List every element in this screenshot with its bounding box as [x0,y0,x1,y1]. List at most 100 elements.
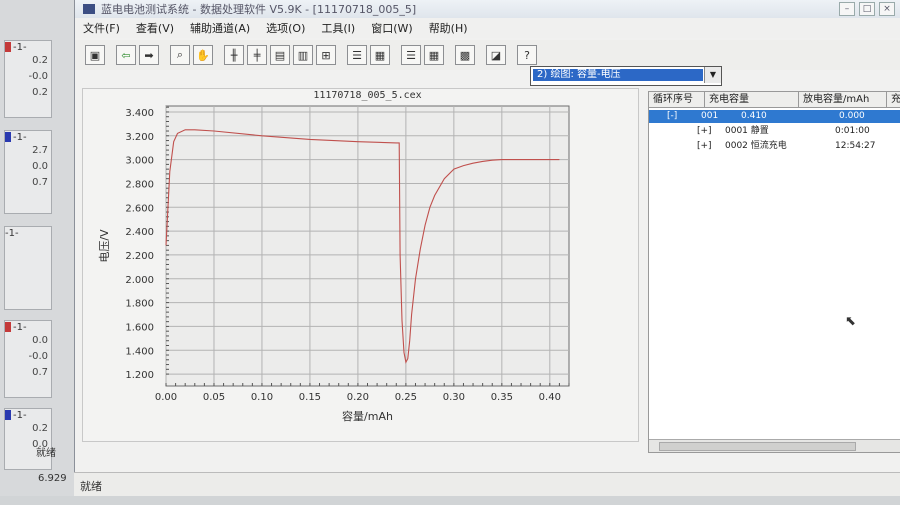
menu-window[interactable]: 窗口(W) [363,20,420,36]
cycle-number: 001 [701,111,719,121]
y-tick-label: 3.400 [125,108,154,119]
cycle-list[interactable]: 循环序号 充电容量 放电容量/mAh 充 [-] 001 0.410 0.000… [648,91,900,453]
menu-view[interactable]: 查看(V) [128,20,182,36]
app-icon [83,4,95,14]
voltage-capacity-chart[interactable]: 11170718_005_5.cex 0.00 0.05 0.10 0.15 0.20 0.… [82,88,637,440]
channel-value: 0.7 [32,177,48,188]
y-tick-label: 2.800 [125,179,154,190]
y-tick-label: 2.600 [125,203,154,214]
grid-b-icon[interactable]: ╪ [247,45,267,65]
channel-panel-4[interactable]: -1- 0.0 -0.0 0.7 [4,320,52,398]
status-bar: 就绪 [74,472,900,497]
window-title: 蓝电电池测试系统 - 数据处理软件 V5.9K - [11170718_005_… [101,3,417,16]
x-tick-label: 0.10 [251,392,273,403]
list-item[interactable]: [+] 0002 恒流充电 12:54:27 [649,140,900,153]
chevron-down-icon[interactable]: ▼ [704,67,721,83]
grid-e-icon[interactable]: ⊞ [316,45,336,65]
menu-help[interactable]: 帮助(H) [421,20,476,36]
channel-panel-header: -1- [5,41,51,53]
y-tick-label: 1.800 [125,299,154,310]
x-axis-label: 容量/mAh [342,409,393,423]
x-tick-label: 0.40 [539,392,561,403]
menu-aux-channel[interactable]: 辅助通道(A) [182,20,258,36]
y-axis-label: 电压/V [98,229,111,263]
table-icon[interactable]: ▩ [455,45,475,65]
list-d-icon[interactable]: ▦ [424,45,444,65]
list-item[interactable]: [-] 001 0.410 0.000 [649,110,900,123]
header-charge-capacity[interactable]: 充电容量 [705,92,799,107]
menu-tools[interactable]: 工具(I) [313,20,363,36]
header-discharge-capacity[interactable]: 放电容量/mAh [799,92,887,107]
plot-area [165,105,570,387]
channel-panel-header: -1- [5,409,51,421]
taskbar [0,496,900,505]
channel-panel-1[interactable]: -1- 0.2 -0.0 0.2 [4,40,52,118]
status-red-icon [5,42,11,52]
maximize-button[interactable]: □ [859,2,875,16]
status-text: 就绪 [80,480,102,493]
scrollbar-thumb[interactable] [659,442,856,451]
y-tick-label: 1.400 [125,346,154,357]
background-window: -1- 0.2 -0.0 0.2 -1- 2.7 0.0 0.7 -1- -1-… [0,0,81,505]
channel-value: -0.0 [28,351,48,362]
header-more[interactable]: 充 [887,92,900,107]
y-tick-label: 1.600 [125,322,154,333]
channel-value: 0.2 [32,423,48,434]
y-tick-label: 2.400 [125,227,154,238]
channel-panel-header: -1- [5,227,19,239]
grid-a-icon[interactable]: ╫ [224,45,244,65]
chart-icon[interactable]: ◪ [486,45,506,65]
tree-toggle[interactable]: [-] [667,110,677,123]
y-tick-label: 3.000 [125,156,154,167]
header-cycle[interactable]: 循环序号 [649,92,705,107]
view-select-value: 2) 绘图: 容量-电压 [533,69,703,81]
channel-value: 0.0 [32,335,48,346]
list-item[interactable]: [+] 0001 静置 0:01:00 [649,125,900,138]
x-tick-label: 0.05 [203,392,225,403]
y-tick-label: 2.000 [125,275,154,286]
background-number: 6.929 [38,473,67,484]
close-button[interactable]: × [879,2,895,16]
channel-panel-3[interactable]: -1- [4,226,52,310]
arrow-left-icon[interactable]: ⇦ [116,45,136,65]
list-a-icon[interactable]: ☰ [347,45,367,65]
channel-value: 0.7 [32,367,48,378]
status-blue-icon [5,132,11,142]
channel-panel-2[interactable]: -1- 2.7 0.0 0.7 [4,130,52,214]
channel-value: 0.2 [32,87,48,98]
channel-value: 2.7 [32,145,48,156]
tree-toggle[interactable]: [+] [697,140,712,153]
grid-d-icon[interactable]: ▥ [293,45,313,65]
hand-icon[interactable]: ✋ [193,45,213,65]
x-tick-label: 0.25 [395,392,417,403]
zoom-icon[interactable]: ⌕ [170,45,190,65]
title-bar[interactable]: 蓝电电池测试系统 - 数据处理软件 V5.9K - [11170718_005_… [75,0,900,18]
y-tick-label: 2.200 [125,251,154,262]
open-folder-icon[interactable]: ▣ [85,45,105,65]
channel-value: 0.2 [32,55,48,66]
y-tick-label: 1.200 [125,370,154,381]
menu-options[interactable]: 选项(O) [258,20,313,36]
help-icon[interactable]: ? [517,45,537,65]
grid-c-icon[interactable]: ▤ [270,45,290,65]
step-name: 0001 静置 [725,126,769,136]
horizontal-scrollbar[interactable] [649,439,900,452]
tree-toggle[interactable]: [+] [697,125,712,138]
background-status: 就绪 [36,448,56,459]
x-tick-label: 0.20 [347,392,369,403]
view-select[interactable]: 2) 绘图: 容量-电压 ▼ [530,66,722,86]
y-tick-label: 3.200 [125,132,154,143]
menu-file[interactable]: 文件(F) [75,20,128,36]
channel-panel-header: -1- [5,131,51,143]
list-b-icon[interactable]: ▦ [370,45,390,65]
x-tick-label: 0.35 [491,392,513,403]
list-c-icon[interactable]: ☰ [401,45,421,65]
mouse-cursor-icon: ⬉ [845,314,856,329]
discharge-capacity: 0.000 [839,111,865,121]
chart-title: 11170718_005_5.cex [313,90,421,101]
step-time: 0:01:00 [835,126,870,136]
minimize-button[interactable]: – [839,2,855,16]
arrow-right-icon[interactable]: ➡ [139,45,159,65]
channel-panel-5[interactable]: -1- 0.2 0.0 [4,408,52,470]
channel-panel-header: -1- [5,321,51,333]
